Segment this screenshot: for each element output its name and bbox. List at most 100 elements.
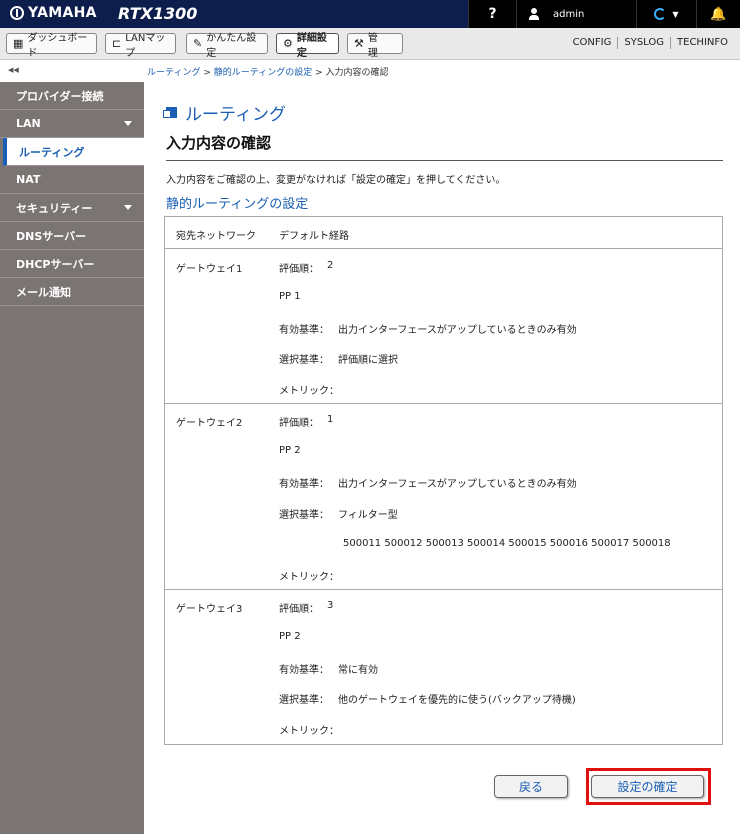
breadcrumb: ルーティング > 静的ルーティングの設定 > 入力内容の確認: [147, 65, 389, 78]
sidebar-item-label: セキュリティー: [16, 201, 93, 215]
sidebar: プロバイダー接続 LAN ルーティング NAT セキュリティー DNSサーバー …: [0, 82, 144, 834]
sidebar-item-label: NAT: [16, 173, 41, 186]
subsection-title: 静的ルーティングの設定: [166, 197, 309, 212]
breadcrumb-routing[interactable]: ルーティング: [147, 68, 200, 78]
bell-icon[interactable]: 🔔: [696, 0, 740, 28]
sidebar-item-lan[interactable]: LAN: [0, 110, 144, 138]
priority-label: 評価順：: [279, 264, 319, 275]
status-menu[interactable]: ▼: [636, 0, 696, 28]
select-value: フィルター型: [338, 510, 398, 521]
dashboard-icon: ▦: [13, 37, 24, 50]
table-row-destination: 宛先ネットワーク デフォルト経路: [165, 217, 722, 249]
sidebar-item-dns[interactable]: DNSサーバー: [0, 222, 144, 250]
metric-label: メトリック：: [279, 726, 339, 737]
sidebar-item-nat[interactable]: NAT: [0, 166, 144, 194]
select-value: 他のゲートウェイを優先的に使う(バックアップ待機): [338, 695, 576, 706]
sidebar-item-label: DNSサーバー: [16, 229, 87, 243]
priority-value: 1: [327, 414, 334, 425]
wand-icon: ✎: [193, 37, 203, 50]
help-button[interactable]: ?: [468, 0, 516, 28]
user-menu[interactable]: admin: [516, 0, 636, 28]
chevron-down-icon: [124, 121, 132, 126]
nav-dashboard-label: ダッシュボード: [27, 32, 88, 59]
metric-label: メトリック：: [279, 572, 339, 583]
nav-lanmap-button[interactable]: ⊏ LANマップ: [105, 33, 176, 59]
brand-name: YAMAHA: [28, 5, 97, 21]
metric-label: メトリック：: [279, 386, 339, 397]
yamaha-logo-icon: [10, 6, 24, 20]
status-spinner-icon: [654, 8, 667, 20]
page-title-icon: [163, 107, 177, 118]
sidebar-item-label: ルーティング: [19, 145, 85, 159]
page-title-text: ルーティング: [185, 105, 286, 125]
select-value: 評価順に選択: [338, 355, 398, 366]
breadcrumb-separator: >: [315, 68, 326, 78]
main-nav: ▦ ダッシュボード ⊏ LANマップ ✎ かんたん設定 ⚙ 詳細設定 ⚒ 管 理…: [0, 28, 740, 60]
chevron-down-icon: ▼: [672, 9, 679, 19]
confirm-button[interactable]: 設定の確定: [591, 775, 704, 798]
breadcrumb-current: 入力内容の確認: [325, 68, 389, 78]
yamaha-logo: YAMAHA: [10, 5, 97, 21]
wrench-icon: ⚒: [354, 37, 364, 50]
interface-value: PP 2: [279, 631, 301, 642]
gateway-name: ゲートウェイ1: [176, 264, 243, 275]
config-link[interactable]: CONFIG: [567, 37, 618, 49]
nav-manage-button[interactable]: ⚒ 管 理: [347, 33, 403, 59]
condition-label: 有効基準：: [279, 665, 329, 676]
dest-value: デフォルト経路: [279, 231, 349, 242]
chevron-down-icon: [124, 205, 132, 210]
user-name: admin: [553, 8, 585, 20]
gateway-3-row: ゲートウェイ3 評価順： 3 PP 2 有効基準： 常に有効 選択基準： 他のゲ…: [165, 590, 722, 744]
condition-value: 常に有効: [338, 665, 378, 676]
collapse-sidebar-button[interactable]: ◀◀: [8, 66, 19, 74]
gear-icon: ⚙: [283, 37, 293, 50]
nav-detail-label: 詳細設定: [296, 32, 327, 59]
utility-links: CONFIG SYSLOG TECHINFO: [567, 37, 734, 49]
sidebar-item-label: メール通知: [16, 285, 71, 299]
lanmap-icon: ⊏: [112, 37, 122, 50]
sidebar-item-mail[interactable]: メール通知: [0, 278, 144, 306]
gateway-name: ゲートウェイ2: [176, 418, 243, 429]
page-title: ルーティング: [163, 100, 286, 125]
select-label: 選択基準：: [279, 510, 329, 521]
select-label: 選択基準：: [279, 355, 329, 366]
nav-easy-button[interactable]: ✎ かんたん設定: [186, 33, 268, 59]
priority-value: 3: [327, 600, 334, 611]
nav-detail-button[interactable]: ⚙ 詳細設定: [276, 33, 339, 59]
sidebar-item-label: プロバイダー接続: [16, 89, 104, 103]
syslog-link[interactable]: SYSLOG: [617, 37, 670, 49]
back-button[interactable]: 戻る: [494, 775, 568, 798]
gateway-1-row: ゲートウェイ1 評価順： 2 PP 1 有効基準： 出力インターフェースがアップ…: [165, 249, 722, 404]
condition-label: 有効基準：: [279, 479, 329, 490]
nav-easy-label: かんたん設定: [206, 32, 257, 59]
gateway-name: ゲートウェイ3: [176, 604, 243, 615]
techinfo-link[interactable]: TECHINFO: [670, 37, 734, 49]
breadcrumb-static-routing[interactable]: 静的ルーティングの設定: [214, 68, 312, 78]
dest-label: 宛先ネットワーク: [176, 231, 256, 242]
gateway-2-row: ゲートウェイ2 評価順： 1 PP 2 有効基準： 出力インターフェースがアップ…: [165, 404, 722, 590]
confirm-table: 宛先ネットワーク デフォルト経路 ゲートウェイ1 評価順： 2 PP 1 有効基…: [164, 216, 723, 745]
sidebar-item-label: LAN: [16, 117, 41, 130]
select-label: 選択基準：: [279, 695, 329, 706]
section-title: 入力内容の確認: [166, 134, 272, 152]
sidebar-item-routing[interactable]: ルーティング: [3, 138, 144, 166]
priority-label: 評価順：: [279, 418, 319, 429]
interface-value: PP 2: [279, 445, 301, 456]
nav-dashboard-button[interactable]: ▦ ダッシュボード: [6, 33, 97, 59]
top-bar: YAMAHA RTX1300 ? admin ▼ 🔔: [0, 0, 740, 28]
sidebar-item-dhcp[interactable]: DHCPサーバー: [0, 250, 144, 278]
instruction-text: 入力内容をご確認の上、変更がなければ「設定の確定」を押してください。: [166, 175, 506, 186]
sidebar-item-label: DHCPサーバー: [16, 257, 95, 271]
condition-value: 出力インターフェースがアップしているときのみ有効: [338, 325, 577, 336]
condition-label: 有効基準：: [279, 325, 329, 336]
sidebar-item-provider[interactable]: プロバイダー接続: [0, 82, 144, 110]
divider: [166, 160, 723, 161]
user-icon: [529, 8, 539, 20]
filter-numbers: 500011 500012 500013 500014 500015 50001…: [343, 538, 671, 549]
sidebar-item-security[interactable]: セキュリティー: [0, 194, 144, 222]
priority-label: 評価順：: [279, 604, 319, 615]
nav-manage-label: 管 理: [367, 32, 388, 59]
nav-lanmap-label: LANマップ: [125, 32, 166, 59]
interface-value: PP 1: [279, 291, 301, 302]
breadcrumb-separator: >: [203, 68, 214, 78]
